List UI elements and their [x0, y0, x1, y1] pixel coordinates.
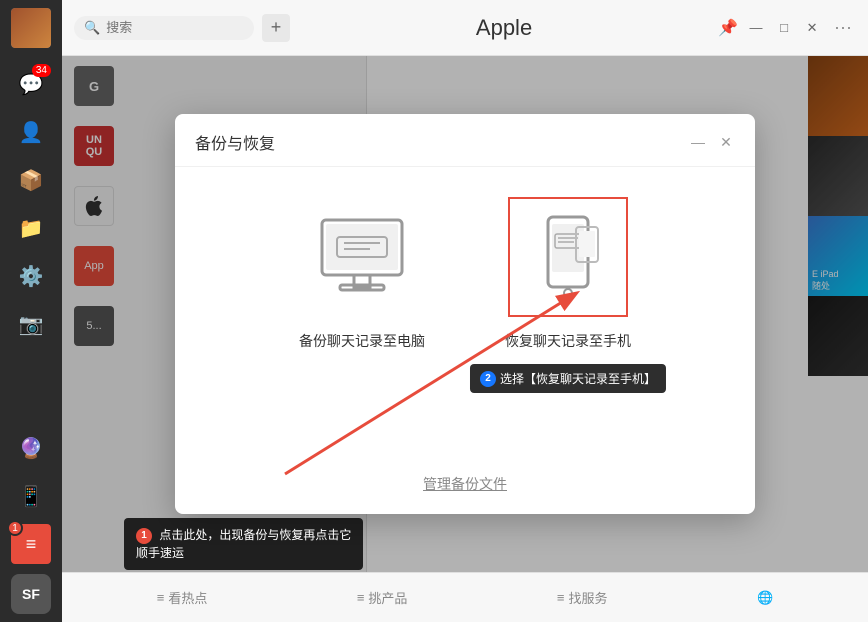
tab-globe[interactable]: 🌐 [749, 586, 781, 610]
add-button[interactable]: + [262, 14, 290, 42]
topbar-actions: 📌 — □ ✕ ··· [718, 17, 856, 38]
restore-option-label: 恢复聊天记录至手机 [505, 331, 631, 351]
products-label: 挑产品 [368, 588, 407, 607]
sidebar-item-menu[interactable]: ≡ 1 [11, 524, 51, 564]
modal-minimize-button[interactable]: — [689, 133, 707, 151]
modal-controls: — ✕ [689, 133, 735, 151]
backup-restore-modal: 备份与恢复 — ✕ [175, 114, 755, 514]
tab-products[interactable]: ≡ 挑产品 [349, 584, 416, 611]
backup-icon-box [302, 197, 422, 317]
main-area: 🔍 + Apple 📌 — □ ✕ ··· G UNQU [62, 0, 868, 622]
restore-to-phone-option[interactable]: 恢复聊天记录至手机 2 选择【恢复聊天记录至手机】 [505, 197, 631, 351]
modal-footer: 管理备份文件 [175, 464, 755, 514]
modal-header: 备份与恢复 — ✕ [175, 114, 755, 167]
modal-title: 备份与恢复 [195, 130, 275, 154]
modal-overlay: 备份与恢复 — ✕ [62, 56, 868, 572]
restore-tooltip: 2 选择【恢复聊天记录至手机】 [470, 364, 666, 393]
hot-topics-label: 看热点 [168, 588, 207, 607]
globe-icon: 🌐 [757, 590, 773, 606]
store-icon: 📦 [19, 168, 44, 193]
backup-option-label: 备份聊天记录至电脑 [299, 331, 425, 351]
page-title: Apple [298, 15, 710, 41]
modal-options: 备份聊天记录至电脑 [195, 197, 735, 351]
minimize-icon[interactable]: — [746, 18, 766, 38]
sidebar-item-phone[interactable]: 📱 [11, 476, 51, 516]
sidebar: 💬 34 👤 📦 📁 ⚙️ 📷 🔮 📱 ≡ 1 SF [0, 0, 62, 622]
mini-icon: 🔮 [19, 436, 44, 461]
restore-icon-box [508, 197, 628, 317]
bottom-tooltip: 1 点击此处，出现备份与恢复再点击它 顺手速运 [124, 518, 363, 570]
settings-icon: ⚙️ [19, 264, 44, 289]
tab-services[interactable]: ≡ 找服务 [549, 584, 616, 611]
contacts-icon: 👤 [19, 120, 44, 145]
menu-badge: 1 [7, 520, 23, 536]
chat-badge: 34 [32, 64, 51, 77]
topbar: 🔍 + Apple 📌 — □ ✕ ··· [62, 0, 868, 56]
sidebar-item-sf[interactable]: SF [11, 574, 51, 614]
sidebar-bottom: 🔮 📱 ≡ 1 SF [11, 424, 51, 614]
phone-icon [528, 212, 608, 302]
phone-icon: 📱 [19, 484, 44, 509]
tooltip-badge: 2 [480, 371, 496, 387]
hot-topics-icon: ≡ [157, 590, 165, 605]
pin-icon[interactable]: 📌 [718, 18, 738, 38]
photo-icon: 📷 [19, 312, 44, 337]
avatar[interactable] [11, 8, 51, 48]
search-icon: 🔍 [84, 20, 100, 36]
sidebar-item-settings[interactable]: ⚙️ [11, 256, 51, 296]
services-icon: ≡ [557, 590, 565, 605]
modal-body: 备份聊天记录至电脑 [175, 167, 755, 464]
search-box[interactable]: 🔍 [74, 16, 254, 40]
tooltip-text: 选择【恢复聊天记录至手机】 [500, 370, 656, 387]
manage-backup-link[interactable]: 管理备份文件 [423, 474, 507, 494]
more-button[interactable]: ··· [830, 17, 856, 38]
bottombar: ≡ 看热点 ≡ 挑产品 ≡ 找服务 🌐 [62, 572, 868, 622]
sidebar-item-files[interactable]: 📁 [11, 208, 51, 248]
files-icon: 📁 [19, 216, 44, 241]
tab-hot-topics[interactable]: ≡ 看热点 [149, 584, 216, 611]
monitor-icon [312, 215, 412, 300]
close-icon[interactable]: ✕ [802, 18, 822, 38]
menu-icon: ≡ [26, 534, 37, 555]
sf-label: SF [22, 586, 40, 602]
sidebar-item-photo[interactable]: 📷 [11, 304, 51, 344]
services-label: 找服务 [569, 588, 608, 607]
content-area: G UNQU App [62, 56, 868, 572]
sidebar-item-mini[interactable]: 🔮 [11, 428, 51, 468]
sidebar-item-store[interactable]: 📦 [11, 160, 51, 200]
sidebar-item-chat[interactable]: 💬 34 [11, 64, 51, 104]
bottom-tooltip-badge: 1 [136, 528, 152, 544]
products-icon: ≡ [357, 590, 365, 605]
search-input[interactable] [106, 20, 236, 35]
modal-close-button[interactable]: ✕ [717, 133, 735, 151]
maximize-icon[interactable]: □ [774, 18, 794, 38]
backup-to-pc-option[interactable]: 备份聊天记录至电脑 [299, 197, 425, 351]
sidebar-item-contacts[interactable]: 👤 [11, 112, 51, 152]
bottom-tooltip-text: 点击此处，出现备份与恢复再点击它 顺手速运 [136, 528, 351, 560]
